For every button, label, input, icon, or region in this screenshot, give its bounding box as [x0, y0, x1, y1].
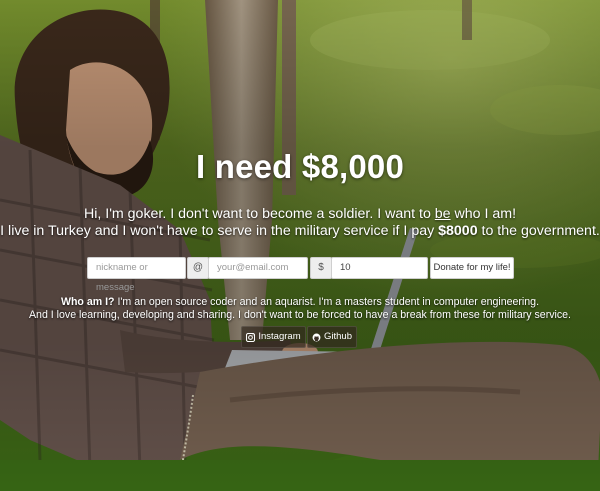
- intro-text-2-end: to the government.: [477, 223, 600, 239]
- instagram-button[interactable]: Instagram: [241, 326, 306, 348]
- intro-line-1: Hi, I'm goker. I don't want to become a …: [0, 206, 600, 222]
- intro-text-end: who I am!: [450, 206, 517, 222]
- intro-line-2: I live in Turkey and I won't have to ser…: [0, 223, 600, 239]
- github-button[interactable]: Github: [307, 326, 357, 348]
- amount-input[interactable]: 10: [331, 257, 428, 279]
- instagram-icon: [246, 332, 256, 342]
- at-addon: @: [187, 257, 209, 279]
- instagram-label: Instagram: [258, 331, 301, 342]
- email-input[interactable]: your@email.com: [208, 257, 308, 279]
- intro-text-2: I live in Turkey and I won't have to ser…: [0, 223, 439, 239]
- page-title: I need $8,000: [195, 148, 405, 185]
- required-amount: $8000: [438, 223, 478, 239]
- currency-addon: $: [310, 257, 332, 279]
- intro-text: Hi, I'm goker. I don't want to become a …: [83, 206, 435, 222]
- github-label: Github: [324, 331, 352, 342]
- github-icon: [312, 333, 321, 341]
- about-line-2: And I love learning, developing and shar…: [28, 309, 571, 321]
- about-text-1: I'm an open source coder and an aquarist…: [114, 296, 540, 308]
- hero-content: I need $8,000 Hi, I'm goker. I don't wan…: [0, 0, 600, 491]
- donate-button[interactable]: Donate for my life!: [430, 257, 514, 279]
- nickname-input[interactable]: nickname or message: [87, 257, 186, 293]
- intro-emphasis: be: [434, 206, 451, 222]
- page: I need $8,000 Hi, I'm goker. I don't wan…: [0, 0, 600, 491]
- about-heading: Who am I?: [60, 296, 115, 308]
- about-line-1: Who am I? I'm an open source coder and a…: [0, 296, 600, 308]
